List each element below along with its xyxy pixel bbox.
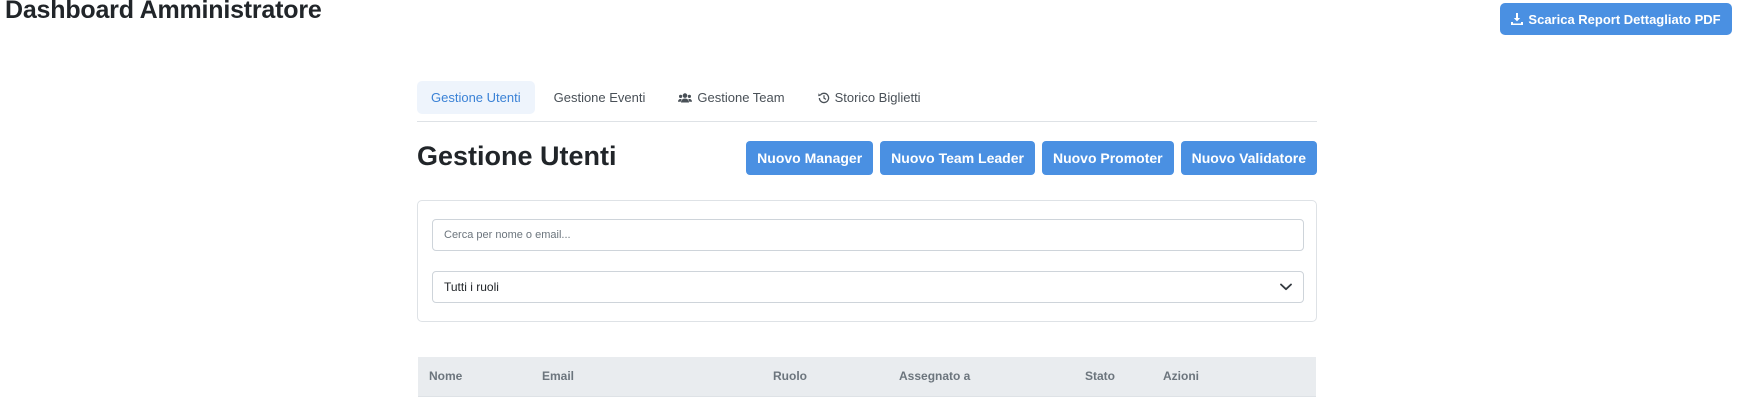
history-icon xyxy=(817,92,830,104)
new-promoter-button[interactable]: Nuovo Promoter xyxy=(1041,141,1174,175)
role-select-value: Tutti i ruoli xyxy=(444,280,499,294)
tab-gestione-team[interactable]: Gestione Team xyxy=(664,81,798,114)
filter-card: Tutti i ruoli xyxy=(417,200,1317,322)
users-table: Nome Email Ruolo Assegnato a Stato Azion… xyxy=(418,357,1316,397)
column-header-assegnato-a[interactable]: Assegnato a xyxy=(899,357,970,396)
tab-gestione-eventi[interactable]: Gestione Eventi xyxy=(540,81,660,114)
download-pdf-report-label: Scarica Report Dettagliato PDF xyxy=(1528,11,1721,27)
tab-label: Storico Biglietti xyxy=(834,90,921,105)
main-tabs: Gestione Utenti Gestione Eventi Gestione… xyxy=(417,81,1317,122)
new-team-leader-button[interactable]: Nuovo Team Leader xyxy=(880,141,1035,175)
tab-gestione-utenti[interactable]: Gestione Utenti xyxy=(417,81,535,114)
column-header-ruolo[interactable]: Ruolo xyxy=(773,357,807,396)
tab-label: Gestione Eventi xyxy=(553,90,646,105)
role-select[interactable]: Tutti i ruoli xyxy=(432,271,1304,303)
tab-label: Gestione Utenti xyxy=(431,90,521,105)
column-header-email[interactable]: Email xyxy=(542,357,574,396)
new-manager-button[interactable]: Nuovo Manager xyxy=(746,141,874,175)
page-title: Dashboard Amministratore xyxy=(5,0,322,24)
tab-storico-biglietti[interactable]: Storico Biglietti xyxy=(804,81,935,114)
download-pdf-report-button[interactable]: Scarica Report Dettagliato PDF xyxy=(1500,3,1732,35)
section-title: Gestione Utenti xyxy=(417,141,617,171)
column-header-nome[interactable]: Nome xyxy=(429,357,462,396)
search-input[interactable] xyxy=(432,219,1304,251)
admin-dashboard-page: Dashboard Amministratore Scarica Report … xyxy=(0,0,1737,407)
column-header-azioni[interactable]: Azioni xyxy=(1163,357,1199,396)
column-header-stato[interactable]: Stato xyxy=(1085,357,1115,396)
user-action-buttons: Nuovo Manager Nuovo Team Leader Nuovo Pr… xyxy=(746,141,1317,175)
download-icon xyxy=(1511,13,1524,25)
chevron-down-icon xyxy=(1280,283,1292,291)
users-icon xyxy=(678,92,693,103)
tab-label: Gestione Team xyxy=(697,90,785,105)
new-validator-button[interactable]: Nuovo Validatore xyxy=(1180,141,1317,175)
